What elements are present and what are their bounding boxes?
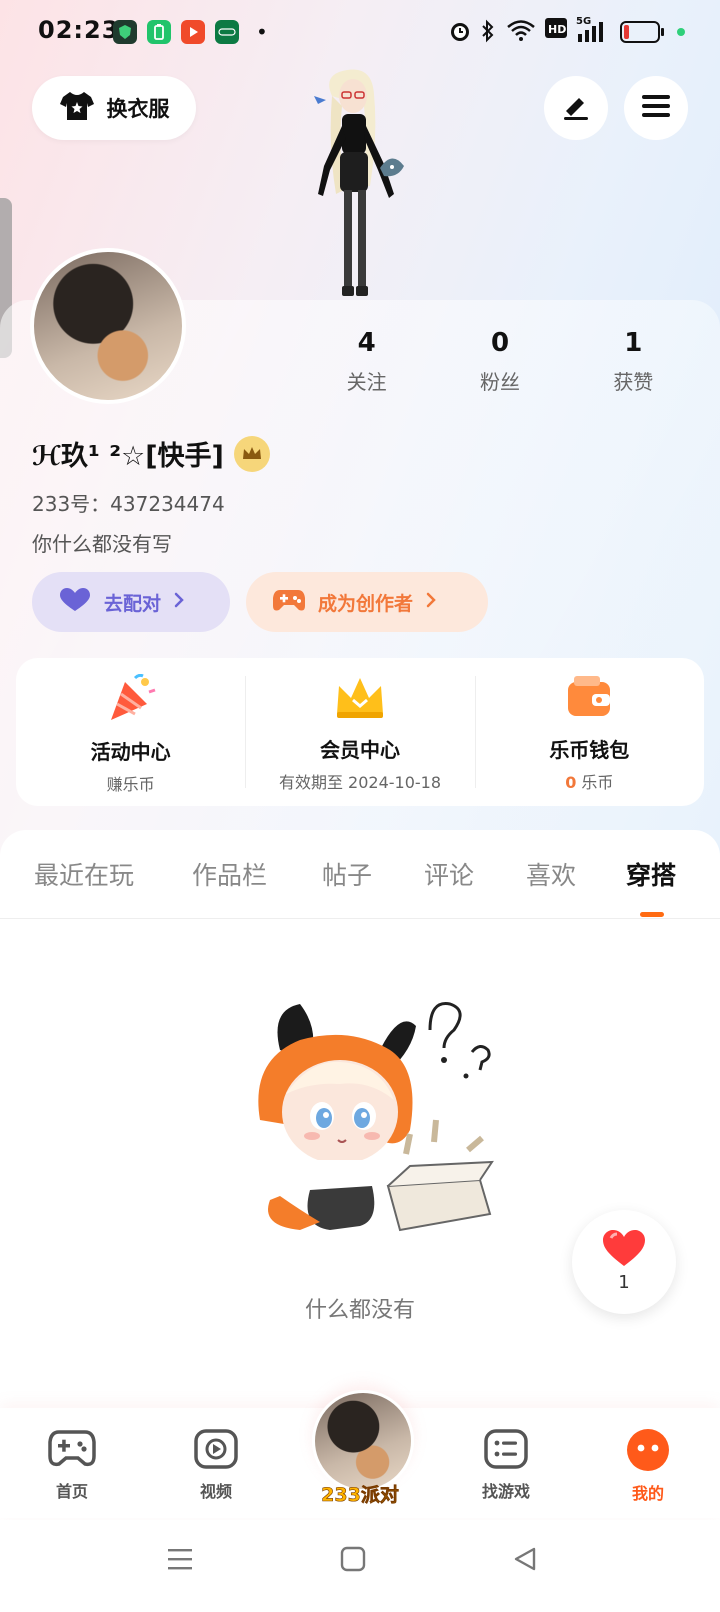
profile-avatar[interactable]	[30, 248, 186, 404]
pair-button[interactable]: 去配对	[32, 572, 230, 632]
chevron-right-icon	[173, 591, 185, 613]
svg-text:HD: HD	[548, 23, 566, 36]
tshirt-icon	[59, 90, 95, 126]
nav-find-game[interactable]: 找游戏	[456, 1428, 556, 1502]
menu-icon	[640, 92, 672, 124]
nav-mine-label: 我的	[631, 1484, 664, 1503]
user-bio[interactable]: 你什么都没有写	[32, 528, 172, 557]
party-popper-icon	[105, 673, 157, 728]
play-icon	[193, 1429, 239, 1474]
app-oppo-icon	[215, 20, 239, 44]
stat-likes-count: 1	[624, 328, 643, 358]
become-creator-button[interactable]: 成为创作者	[246, 572, 488, 632]
bluetooth-icon	[480, 18, 496, 44]
coin-wallet-entry[interactable]: 乐币钱包 0 乐币	[474, 658, 704, 806]
system-nav-bar	[0, 1520, 720, 1612]
profile-tabs: 最近在玩 作品栏 帖子 评论 喜欢 穿搭	[0, 830, 720, 920]
home-square-icon[interactable]	[340, 1546, 366, 1576]
menu-button[interactable]	[624, 76, 688, 140]
vip-crown-icon[interactable]	[233, 435, 270, 472]
app-video-icon	[181, 20, 205, 44]
nav-video[interactable]: 视频	[166, 1428, 266, 1502]
recent-apps-icon[interactable]	[166, 1546, 194, 1576]
user-id: 233号：437234474	[32, 492, 225, 516]
stat-following[interactable]: 4 关注	[300, 328, 433, 395]
list-icon	[483, 1429, 529, 1474]
crown-icon	[333, 678, 387, 726]
nav-home-label: 首页	[55, 1482, 88, 1501]
heart-icon	[572, 1210, 676, 1272]
stat-following-count: 4	[357, 328, 376, 358]
pair-button-label: 去配对	[104, 592, 162, 615]
activity-center-sub: 赚乐币	[106, 775, 155, 794]
username-row: ℋ玖¹ ²☆[快手]	[32, 434, 270, 473]
membership-center-title: 会员中心	[319, 738, 400, 762]
stat-followers-count: 0	[490, 328, 510, 358]
avatar-character[interactable]	[292, 66, 422, 302]
change-outfit-label: 换衣服	[106, 97, 170, 121]
nav-home[interactable]: 首页	[22, 1428, 122, 1502]
tab-comments[interactable]: 评论	[424, 856, 474, 892]
hd-icon: HD	[545, 18, 567, 38]
like-count: 1	[618, 1272, 630, 1293]
status-notification-dot: •	[256, 20, 268, 44]
tab-posts[interactable]: 帖子	[322, 856, 372, 892]
activity-center-title: 活动中心	[90, 740, 171, 764]
5g-signal-icon: 5G	[576, 14, 610, 44]
activity-center-entry[interactable]: 活动中心 赚乐币	[16, 658, 245, 806]
smile-face-icon	[625, 1429, 671, 1476]
status-bar: 02:23 • HD 5G	[0, 0, 720, 66]
back-triangle-icon[interactable]	[512, 1546, 538, 1576]
profile-stats: 4 关注 0 粉丝 1 获赞	[300, 328, 700, 395]
stat-following-label: 关注	[346, 370, 387, 394]
tab-outfits[interactable]: 穿搭	[626, 856, 676, 892]
tabs-divider	[0, 918, 720, 919]
stat-followers[interactable]: 0 粉丝	[433, 328, 566, 395]
stat-likes[interactable]: 1 获赞	[567, 328, 700, 395]
svg-text:5G: 5G	[576, 16, 591, 27]
coin-wallet-balance: 0 乐币	[475, 769, 704, 793]
quick-entries-card: 活动中心 赚乐币 会员中心 有效期至 2024-10-18 乐币钱包 0 乐币	[16, 658, 704, 806]
coin-balance-value: 0	[565, 773, 577, 792]
pen-icon	[560, 90, 592, 126]
app-shield-icon	[113, 20, 137, 44]
stat-followers-label: 粉丝	[479, 370, 520, 394]
coin-balance-unit: 乐币	[581, 773, 614, 792]
stat-likes-label: 获赞	[613, 370, 654, 394]
status-time: 02:23	[38, 16, 120, 44]
edit-profile-button[interactable]	[544, 76, 608, 140]
membership-expiry: 有效期至 2024-10-18	[278, 773, 442, 792]
gamepad-icon	[47, 1430, 97, 1474]
tab-likes[interactable]: 喜欢	[526, 856, 576, 892]
nav-find-game-label: 找游戏	[481, 1482, 530, 1501]
nav-mine[interactable]: 我的	[598, 1428, 698, 1504]
heart-icon	[58, 587, 92, 617]
app-battery-saver-icon	[147, 20, 171, 44]
status-green-dot	[676, 27, 686, 37]
wifi-icon	[506, 18, 536, 42]
username: ℋ玖¹ ²☆[快手]	[32, 441, 224, 472]
tab-works[interactable]: 作品栏	[192, 856, 267, 892]
membership-center-entry[interactable]: 会员中心 有效期至 2024-10-18	[245, 658, 474, 806]
become-creator-label: 成为创作者	[318, 592, 414, 615]
party-avatar-button[interactable]	[312, 1390, 414, 1492]
gamepad-icon	[272, 586, 306, 618]
coin-wallet-title: 乐币钱包	[549, 738, 630, 762]
floating-like-button[interactable]: 1	[572, 1210, 676, 1314]
party-label[interactable]: 233派对	[310, 1480, 410, 1507]
alarm-icon	[448, 18, 472, 44]
active-tab-indicator	[640, 912, 664, 917]
chevron-right-icon	[425, 591, 437, 613]
battery-icon	[620, 20, 666, 44]
change-outfit-button[interactable]: 换衣服	[32, 76, 196, 140]
empty-state-illustration	[240, 990, 510, 1250]
tab-recent-played[interactable]: 最近在玩	[34, 856, 134, 892]
wallet-icon	[564, 676, 614, 726]
nav-video-label: 视频	[199, 1482, 232, 1501]
